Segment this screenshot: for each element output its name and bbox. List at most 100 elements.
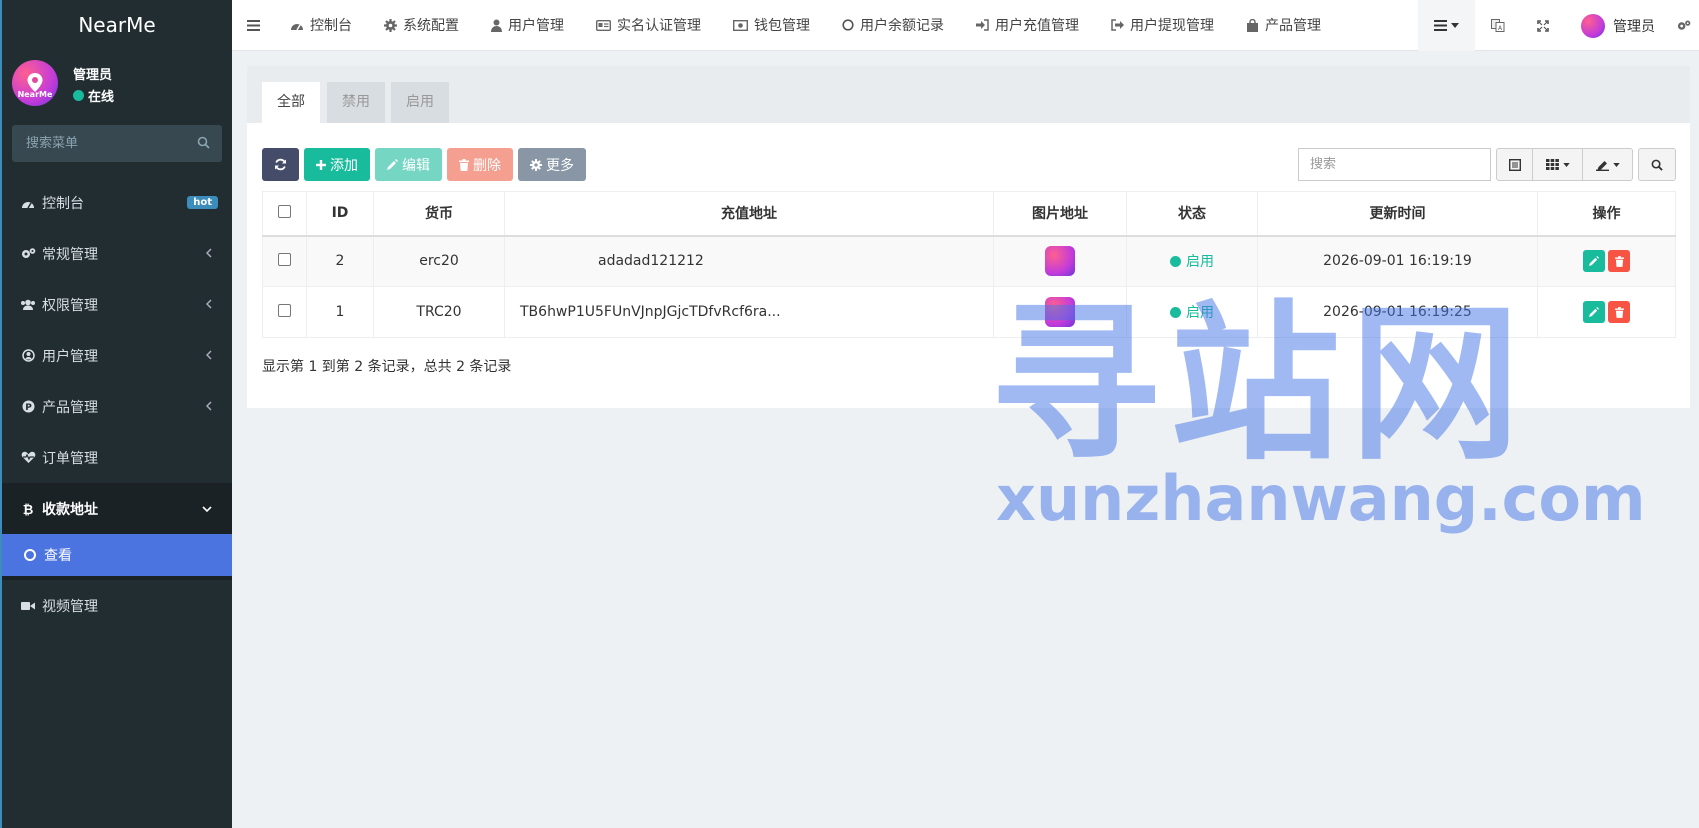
column-header-address[interactable]: 充值地址 xyxy=(504,191,994,237)
top-nav-balance-records[interactable]: 用户余额记录 xyxy=(826,0,960,51)
user-status-text: 在线 xyxy=(88,90,115,105)
chevron-down-icon xyxy=(202,506,212,512)
top-nav-label: 用户余额记录 xyxy=(860,18,944,34)
row-delete-button[interactable] xyxy=(1608,250,1630,273)
top-nav-right: A 管理员 xyxy=(1418,0,1699,51)
sidebar-item-payment-address[interactable]: ₿ 收款地址 xyxy=(2,483,232,534)
sidebar-item-video[interactable]: 视频管理 xyxy=(2,580,232,631)
menu-mode-dropdown[interactable] xyxy=(1418,0,1475,51)
sidebar-item-label: 订单管理 xyxy=(42,450,98,467)
sidebar-item-permission[interactable]: 权限管理 xyxy=(2,279,232,330)
cogs-icon xyxy=(20,247,36,261)
table-tools xyxy=(1298,148,1676,181)
circle-icon xyxy=(24,549,36,561)
user-name: 管理员 xyxy=(73,68,113,83)
sidebar-search xyxy=(12,125,222,162)
fullscreen-button[interactable] xyxy=(1521,0,1565,51)
top-nav-label: 控制台 xyxy=(310,18,352,34)
row-checkbox[interactable] xyxy=(278,252,291,266)
top-nav-recharge[interactable]: 用户充值管理 xyxy=(960,0,1095,51)
column-header-updated[interactable]: 更新时间 xyxy=(1257,191,1538,237)
select-all-checkbox[interactable] xyxy=(278,204,291,218)
sidebar-subitem-view[interactable]: 查看 xyxy=(2,534,232,580)
top-nav-system-config[interactable]: 系统配置 xyxy=(368,0,475,51)
cell-updated: 2026-09-01 16:19:19 xyxy=(1257,235,1538,287)
top-nav-user-management[interactable]: 用户管理 xyxy=(475,0,580,51)
tab-enabled[interactable]: 启用 xyxy=(391,82,449,123)
column-header-id[interactable]: ID xyxy=(306,191,374,237)
top-nav-label: 用户提现管理 xyxy=(1130,18,1214,34)
top-nav-identity-verification[interactable]: 实名认证管理 xyxy=(580,0,717,51)
edit-button-label: 编辑 xyxy=(402,156,430,173)
more-button[interactable]: 更多 xyxy=(518,148,586,181)
row-edit-button[interactable] xyxy=(1583,250,1605,273)
search-icon xyxy=(1651,159,1663,171)
cell-currency: erc20 xyxy=(373,235,505,287)
row-checkbox[interactable] xyxy=(278,303,291,317)
row-delete-button[interactable] xyxy=(1608,301,1630,323)
sidebar-search-input[interactable] xyxy=(12,125,222,162)
cell-actions xyxy=(1537,286,1676,338)
top-nav-products[interactable]: 产品管理 xyxy=(1230,0,1337,51)
settings-button[interactable] xyxy=(1671,0,1699,51)
user-dropdown[interactable]: 管理员 xyxy=(1565,0,1671,51)
delete-button-label: 删除 xyxy=(473,156,501,173)
pencil-icon xyxy=(1589,307,1599,317)
sidebar-item-products[interactable]: P 产品管理 xyxy=(2,381,232,432)
top-nav-wallet[interactable]: 钱包管理 xyxy=(717,0,826,51)
export-icon xyxy=(1595,160,1609,171)
top-nav-label: 系统配置 xyxy=(403,18,459,34)
export-dropdown[interactable] xyxy=(1583,148,1633,181)
column-header-currency[interactable]: 货币 xyxy=(373,191,505,237)
bitcoin-icon: ₿ xyxy=(20,502,36,516)
row-select-cell xyxy=(262,235,307,287)
pencil-icon xyxy=(387,159,398,170)
delete-button[interactable]: 删除 xyxy=(447,148,513,181)
product-icon: P xyxy=(20,400,36,414)
plus-icon xyxy=(316,159,326,170)
shopping-bag-icon xyxy=(1246,18,1259,32)
sidebar-item-label: 收款地址 xyxy=(42,501,98,518)
dashboard-icon xyxy=(290,20,304,31)
top-nav-dashboard[interactable]: 控制台 xyxy=(274,0,368,51)
brand-logo[interactable]: NearMe xyxy=(2,0,232,51)
currency-image-thumbnail[interactable] xyxy=(1045,246,1075,277)
refresh-button[interactable] xyxy=(262,148,299,181)
sidebar: NearMe NearMe 管理员 在线 控制台 hot 常规管理 权限管理 xyxy=(0,0,232,828)
sidebar-item-label: 控制台 xyxy=(42,195,84,212)
sign-out-icon xyxy=(1111,19,1124,31)
language-button[interactable]: A xyxy=(1475,0,1521,51)
advanced-search-button[interactable] xyxy=(1638,148,1676,181)
trash-icon xyxy=(459,158,469,171)
toggle-view-button[interactable] xyxy=(1496,148,1533,181)
user-panel: NearMe 管理员 在线 xyxy=(2,51,232,113)
tab-disabled[interactable]: 禁用 xyxy=(327,82,385,123)
edit-button[interactable]: 编辑 xyxy=(375,148,442,181)
column-header-status[interactable]: 状态 xyxy=(1126,191,1258,237)
list-icon xyxy=(1434,20,1447,31)
row-edit-button[interactable] xyxy=(1583,301,1605,323)
sidebar-item-label: 产品管理 xyxy=(42,399,98,416)
group-icon xyxy=(20,298,36,312)
sidebar-item-users[interactable]: 用户管理 xyxy=(2,330,232,381)
trash-icon xyxy=(1614,306,1624,318)
sidebar-item-label: 权限管理 xyxy=(42,297,98,314)
top-nav-withdraw[interactable]: 用户提现管理 xyxy=(1095,0,1230,51)
tab-all[interactable]: 全部 xyxy=(262,82,320,123)
top-nav-label: 产品管理 xyxy=(1265,18,1321,34)
sidebar-toggle[interactable] xyxy=(232,0,274,51)
view-tools xyxy=(1496,148,1633,181)
sidebar-item-general[interactable]: 常规管理 xyxy=(2,228,232,279)
table-view-icon xyxy=(1508,158,1521,171)
add-button[interactable]: 添加 xyxy=(304,148,370,181)
sidebar-item-dashboard[interactable]: 控制台 hot xyxy=(2,177,232,228)
sidebar-item-orders[interactable]: 订单管理 xyxy=(2,432,232,483)
columns-dropdown[interactable] xyxy=(1533,148,1583,181)
status-badge[interactable]: 启用 xyxy=(1170,251,1214,271)
search-icon[interactable] xyxy=(197,136,210,149)
table-search-input[interactable] xyxy=(1298,148,1491,181)
cell-currency: TRC20 xyxy=(373,286,505,338)
caret-down-icon xyxy=(1612,162,1620,167)
column-header-image[interactable]: 图片地址 xyxy=(993,191,1127,237)
sidebar-menu: 控制台 hot 常规管理 权限管理 用户管理 P 产品管理 订单管理 ₿ 收款地… xyxy=(2,177,232,631)
